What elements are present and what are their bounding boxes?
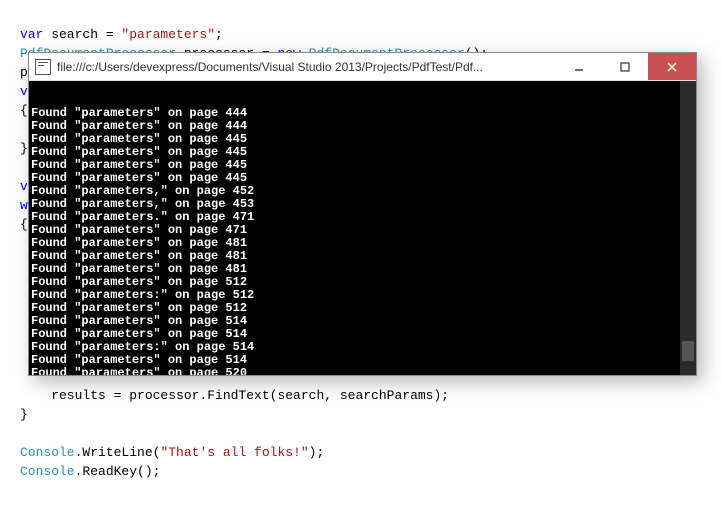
code-token: {: [20, 103, 28, 118]
window-titlebar[interactable]: file:///c:/Users/devexpress/Documents/Vi…: [29, 53, 696, 81]
code-token: "That's all folks!": [160, 445, 308, 460]
code-token: .ReadKey();: [75, 464, 161, 479]
code-token: Console: [20, 464, 75, 479]
close-icon: [667, 62, 677, 72]
code-token: .WriteLine(: [75, 445, 161, 460]
code-token: search =: [43, 27, 121, 42]
scrollbar[interactable]: [680, 81, 696, 375]
code-token: "parameters": [121, 27, 215, 42]
minimize-icon: [574, 62, 584, 72]
maximize-button[interactable]: [602, 53, 648, 80]
code-token: results = processor.FindText(search, sea…: [20, 388, 449, 403]
code-token: {: [20, 217, 28, 232]
console-window: file:///c:/Users/devexpress/Documents/Vi…: [28, 52, 697, 376]
console-output[interactable]: Found "parameters" on page 444Found "par…: [29, 81, 696, 375]
code-token: );: [309, 445, 325, 460]
scrollbar-thumb[interactable]: [682, 341, 694, 361]
minimize-button[interactable]: [556, 53, 602, 80]
code-token: }: [20, 407, 28, 422]
code-token: ;: [215, 27, 223, 42]
maximize-icon: [620, 62, 630, 72]
window-title: file:///c:/Users/devexpress/Documents/Vi…: [57, 60, 556, 74]
close-button[interactable]: [648, 53, 696, 80]
code-token: var: [20, 27, 43, 42]
code-token: Console: [20, 445, 75, 460]
console-line: Found "parameters" on page 520: [31, 367, 694, 375]
window-buttons: [556, 53, 696, 80]
app-icon: [35, 59, 51, 75]
